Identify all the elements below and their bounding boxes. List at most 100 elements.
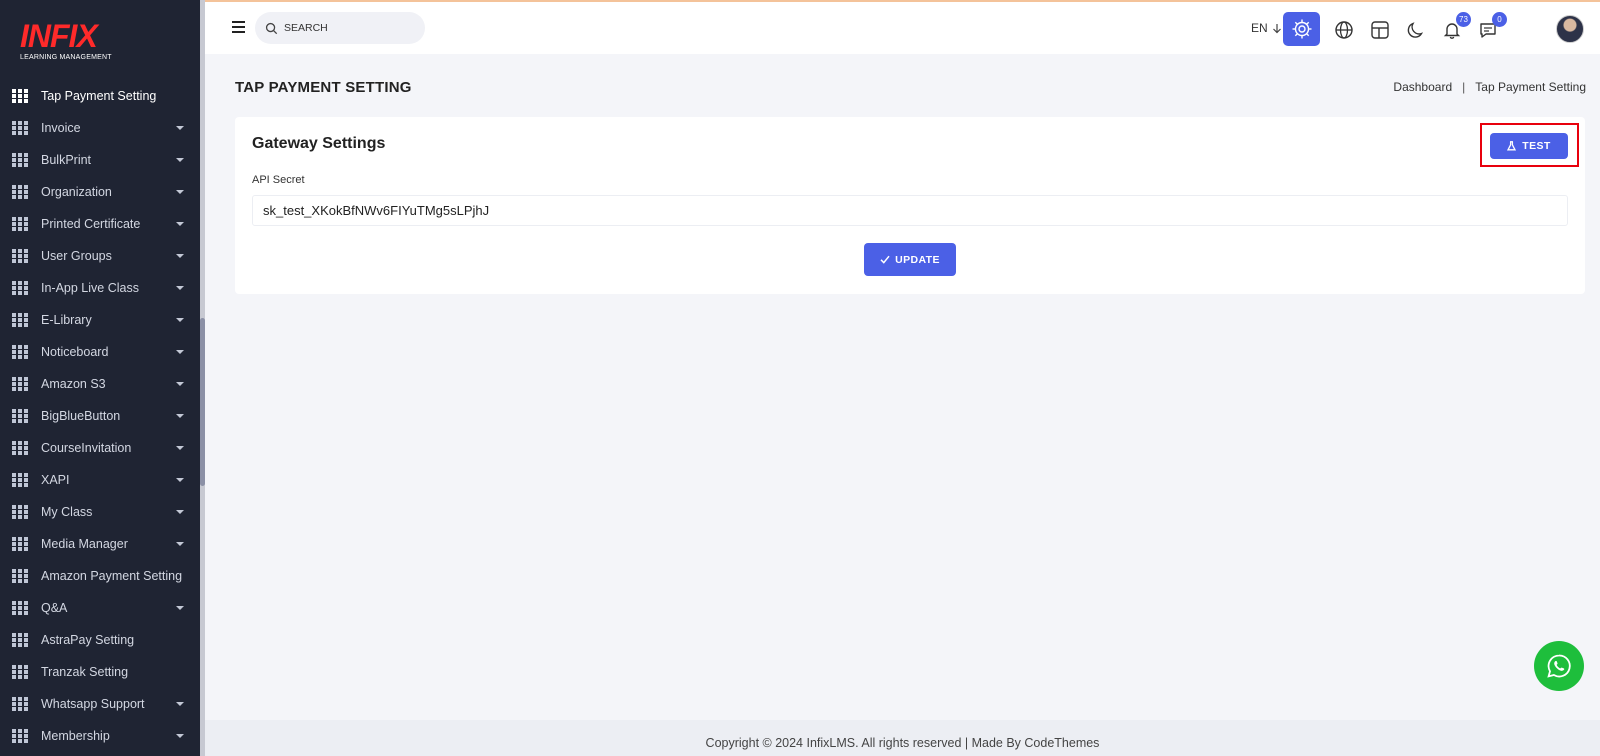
sidebar-item[interactable]: Membership (0, 720, 200, 752)
grid-icon (12, 473, 28, 487)
page-title: TAP PAYMENT SETTING (235, 79, 412, 96)
sidebar-item[interactable]: CourseInvitation (0, 432, 200, 464)
sidebar-item-label: Amazon Payment Setting (41, 569, 183, 583)
grid-icon (12, 633, 28, 647)
messages-badge: 0 (1492, 12, 1507, 27)
chip-icon (1292, 19, 1311, 39)
grid-icon (12, 505, 28, 519)
menu-toggle-icon[interactable] (232, 21, 245, 33)
grid-icon (12, 441, 28, 455)
sidebar-item[interactable]: BigBlueButton (0, 400, 200, 432)
notifications-button[interactable]: 73 (1441, 12, 1471, 41)
sidebar-item[interactable]: Invoice (0, 112, 200, 144)
caret-down-icon (176, 606, 184, 610)
messages-button[interactable]: 0 (1477, 12, 1507, 41)
grid-icon (12, 569, 28, 583)
sidebar-item[interactable]: XAPI (0, 464, 200, 496)
sidebar-item[interactable]: Amazon Payment Setting (0, 560, 200, 592)
whatsapp-support-button[interactable] (1534, 641, 1584, 691)
dark-mode-icon[interactable] (1405, 19, 1427, 41)
grid-icon (12, 185, 28, 199)
search-box[interactable] (255, 12, 425, 44)
sidebar-item[interactable]: Media Manager (0, 528, 200, 560)
sidebar: INFIX LEARNING MANAGEMENT Tap Payment Se… (0, 0, 205, 756)
caret-down-icon (176, 222, 184, 226)
search-input[interactable] (284, 22, 404, 34)
sidebar-item-label: Noticeboard (41, 345, 109, 359)
language-label: EN (1251, 21, 1268, 35)
logo-subtitle: LEARNING MANAGEMENT (20, 54, 112, 61)
caret-down-icon (176, 382, 184, 386)
footer: Copyright © 2024 InfixLMS. All rights re… (205, 720, 1600, 756)
check-icon (880, 255, 890, 264)
top-bar: EN 73 0 (205, 0, 1600, 54)
arrow-down-icon (1272, 23, 1281, 33)
caret-down-icon (176, 126, 184, 130)
grid-icon (12, 377, 28, 391)
avatar[interactable] (1556, 15, 1584, 43)
card-title: Gateway Settings (252, 135, 386, 152)
sidebar-item[interactable]: Tranzak Setting (0, 656, 200, 688)
grid-icon (12, 697, 28, 711)
sidebar-item-label: Amazon S3 (41, 377, 106, 391)
api-secret-label: API Secret (252, 174, 305, 186)
grid-icon (12, 249, 28, 263)
caret-down-icon (176, 254, 184, 258)
sidebar-item[interactable]: BulkPrint (0, 144, 200, 176)
flask-icon (1507, 141, 1517, 151)
caret-down-icon (176, 414, 184, 418)
search-icon (265, 22, 278, 34)
sidebar-item[interactable]: Whatsapp Support (0, 688, 200, 720)
sidebar-item[interactable]: E-Library (0, 304, 200, 336)
sidebar-item-label: In-App Live Class (41, 281, 139, 295)
sidebar-item[interactable]: Noticeboard (0, 336, 200, 368)
caret-down-icon (176, 158, 184, 162)
update-button[interactable]: UPDATE (864, 243, 956, 276)
sidebar-item[interactable]: Amazon S3 (0, 368, 200, 400)
grid-icon (12, 313, 28, 327)
caret-down-icon (176, 478, 184, 482)
gateway-settings-card: Gateway Settings TEST API Secret UPDATE (235, 117, 1585, 294)
grid-icon (12, 601, 28, 615)
sidebar-scroll-thumb[interactable] (200, 318, 205, 486)
notifications-badge: 73 (1456, 12, 1471, 27)
grid-icon (12, 537, 28, 551)
language-selector[interactable]: EN (1251, 21, 1282, 35)
caret-down-icon (176, 190, 184, 194)
sidebar-item-label: CourseInvitation (41, 441, 132, 455)
sidebar-item[interactable]: My Class (0, 496, 200, 528)
sidebar-item[interactable]: AstraPay Setting (0, 624, 200, 656)
sidebar-item-label: Tranzak Setting (41, 665, 129, 679)
grid-icon (12, 121, 28, 135)
caret-down-icon (176, 702, 184, 706)
layout-icon[interactable] (1369, 19, 1391, 41)
globe-icon[interactable] (1333, 19, 1355, 41)
sidebar-item-label: My Class (41, 505, 93, 519)
caret-down-icon (176, 446, 184, 450)
sidebar-item[interactable]: Tap Payment Setting (0, 80, 200, 112)
sidebar-item[interactable]: Organization (0, 176, 200, 208)
test-button[interactable]: TEST (1490, 133, 1568, 159)
grid-icon (12, 729, 28, 743)
settings-button[interactable] (1283, 12, 1320, 46)
breadcrumb-dashboard[interactable]: Dashboard (1393, 80, 1452, 94)
sidebar-item-label: BulkPrint (41, 153, 92, 167)
sidebar-item-label: E-Library (41, 313, 92, 327)
sidebar-item[interactable]: User Groups (0, 240, 200, 272)
grid-icon (12, 153, 28, 167)
grid-icon (12, 665, 28, 679)
sidebar-item[interactable]: Q&A (0, 592, 200, 624)
sidebar-item[interactable]: Printed Certificate (0, 208, 200, 240)
brand-logo[interactable]: INFIX LEARNING MANAGEMENT (20, 20, 130, 64)
sidebar-item[interactable]: In-App Live Class (0, 272, 200, 304)
sidebar-item-label: Organization (41, 185, 112, 199)
api-secret-input[interactable] (252, 195, 1568, 226)
footer-copyright: Copyright © 2024 InfixLMS. All rights re… (705, 736, 1100, 750)
sidebar-item-label: Whatsapp Support (41, 697, 145, 711)
sidebar-item-label: Q&A (41, 601, 68, 615)
caret-down-icon (176, 350, 184, 354)
grid-icon (12, 345, 28, 359)
caret-down-icon (176, 286, 184, 290)
grid-icon (12, 89, 28, 103)
sidebar-item-label: Tap Payment Setting (41, 89, 157, 103)
